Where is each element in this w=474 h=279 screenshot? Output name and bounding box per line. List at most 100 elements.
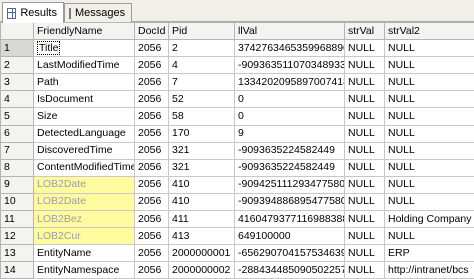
strval2-cell[interactable]: NULL — [385, 91, 474, 108]
column-header-friendlyname[interactable]: FriendlyName — [34, 23, 135, 40]
llval-cell[interactable]: -9094251112934775808 — [235, 176, 345, 193]
strval-cell[interactable]: NULL — [345, 91, 385, 108]
strval-cell[interactable]: NULL — [345, 57, 385, 74]
docid-cell[interactable]: 2056 — [135, 57, 169, 74]
strval-cell[interactable]: NULL — [345, 125, 385, 142]
docid-cell[interactable]: 2056 — [135, 142, 169, 159]
strval-cell[interactable]: NULL — [345, 74, 385, 91]
pid-cell[interactable]: 4 — [169, 57, 235, 74]
pid-cell[interactable]: 411 — [169, 211, 235, 228]
friendlyname-cell[interactable]: Size — [34, 108, 135, 125]
llval-cell[interactable]: 4160479377116988388 — [235, 211, 345, 228]
strval2-cell[interactable]: NULL — [385, 228, 474, 245]
table-row[interactable]: 3Path205671334202095897007418NULLNULL — [1, 74, 474, 91]
row-number[interactable]: 11 — [1, 211, 34, 228]
table-row[interactable]: 10LOB2Date2056410-9093948868954775808NUL… — [1, 193, 474, 210]
friendlyname-cell[interactable]: LOB2Date — [34, 176, 135, 193]
strval2-cell[interactable]: NULL — [385, 159, 474, 176]
pid-cell[interactable]: 52 — [169, 91, 235, 108]
row-number[interactable]: 3 — [1, 74, 34, 91]
friendlyname-cell[interactable]: LOB2Bez — [34, 211, 135, 228]
docid-cell[interactable]: 2056 — [135, 228, 169, 245]
friendlyname-cell[interactable]: DetectedLanguage — [34, 125, 135, 142]
table-row[interactable]: 13EntityName20562000000001-6562907041575… — [1, 245, 474, 262]
pid-cell[interactable]: 413 — [169, 228, 235, 245]
table-row[interactable]: 14EntityNamespace20562000000002-28843448… — [1, 262, 474, 279]
pid-cell[interactable]: 410 — [169, 176, 235, 193]
friendlyname-cell[interactable]: LOB2Date — [34, 193, 135, 210]
table-row[interactable]: 4IsDocument2056520NULLNULL — [1, 91, 474, 108]
strval2-cell[interactable]: NULL — [385, 176, 474, 193]
pid-cell[interactable]: 321 — [169, 142, 235, 159]
strval2-cell[interactable]: NULL — [385, 125, 474, 142]
friendlyname-cell[interactable]: LOB2Cur — [34, 228, 135, 245]
llval-cell[interactable]: -9093635224582449 — [235, 159, 345, 176]
column-header-strval[interactable]: strVal — [345, 23, 385, 40]
docid-cell[interactable]: 2056 — [135, 125, 169, 142]
pid-cell[interactable]: 2 — [169, 40, 235, 57]
row-number[interactable]: 14 — [1, 262, 34, 279]
strval-cell[interactable]: NULL — [345, 245, 385, 262]
docid-cell[interactable]: 2056 — [135, 176, 169, 193]
row-number[interactable]: 7 — [1, 142, 34, 159]
friendlyname-cell[interactable]: DiscoveredTime — [34, 142, 135, 159]
strval2-cell[interactable]: ERP — [385, 245, 474, 262]
strval2-cell[interactable]: NULL — [385, 193, 474, 210]
docid-cell[interactable]: 2056 — [135, 193, 169, 210]
table-row[interactable]: 9LOB2Date2056410-9094251112934775808NULL… — [1, 176, 474, 193]
row-number[interactable]: 8 — [1, 159, 34, 176]
strval2-cell[interactable]: http://intranet/bcs — [385, 262, 474, 279]
llval-cell[interactable]: 0 — [235, 91, 345, 108]
llval-cell[interactable]: -2884344850905022579 — [235, 262, 345, 279]
tab-results[interactable]: Results — [2, 2, 64, 23]
table-row[interactable]: 5Size2056580NULLNULL — [1, 108, 474, 125]
friendlyname-cell[interactable]: IsDocument — [34, 91, 135, 108]
table-row[interactable]: 12LOB2Cur2056413649100000NULLNULL — [1, 228, 474, 245]
strval-cell[interactable]: NULL — [345, 108, 385, 125]
strval-cell[interactable]: NULL — [345, 228, 385, 245]
llval-cell[interactable]: -9093635224582449 — [235, 142, 345, 159]
pid-cell[interactable]: 58 — [169, 108, 235, 125]
tab-messages[interactable]: Messages — [64, 3, 132, 22]
table-row[interactable]: 8ContentModifiedTime2056321-909363522458… — [1, 159, 474, 176]
strval2-cell[interactable]: NULL — [385, 40, 474, 57]
llval-cell[interactable]: 3742763465359968890 — [235, 40, 345, 57]
llval-cell[interactable]: -6562907041575346398 — [235, 245, 345, 262]
docid-cell[interactable]: 2056 — [135, 91, 169, 108]
row-number[interactable]: 4 — [1, 91, 34, 108]
strval2-cell[interactable]: NULL — [385, 57, 474, 74]
pid-cell[interactable]: 7 — [169, 74, 235, 91]
friendlyname-cell[interactable]: ContentModifiedTime — [34, 159, 135, 176]
pid-cell[interactable]: 2000000001 — [169, 245, 235, 262]
strval-cell[interactable]: NULL — [345, 193, 385, 210]
llval-cell[interactable]: 1334202095897007418 — [235, 74, 345, 91]
strval-cell[interactable]: NULL — [345, 176, 385, 193]
row-number[interactable]: 6 — [1, 125, 34, 142]
llval-cell[interactable]: -909363511070348933 — [235, 57, 345, 74]
column-header-llval[interactable]: llVal — [235, 23, 345, 40]
strval-cell[interactable]: NULL — [345, 40, 385, 57]
strval2-cell[interactable]: NULL — [385, 108, 474, 125]
docid-cell[interactable]: 2056 — [135, 245, 169, 262]
llval-cell[interactable]: 649100000 — [235, 228, 345, 245]
pid-cell[interactable]: 321 — [169, 159, 235, 176]
llval-cell[interactable]: 0 — [235, 108, 345, 125]
friendlyname-cell[interactable]: Path — [34, 74, 135, 91]
strval-cell[interactable]: NULL — [345, 262, 385, 279]
friendlyname-cell[interactable]: EntityName — [34, 245, 135, 262]
grid-corner[interactable] — [1, 23, 34, 40]
row-number[interactable]: 10 — [1, 193, 34, 210]
docid-cell[interactable]: 2056 — [135, 74, 169, 91]
row-number[interactable]: 9 — [1, 176, 34, 193]
pid-cell[interactable]: 2000000002 — [169, 262, 235, 279]
strval2-cell[interactable]: NULL — [385, 74, 474, 91]
row-number[interactable]: 2 — [1, 57, 34, 74]
strval-cell[interactable]: NULL — [345, 211, 385, 228]
strval-cell[interactable]: NULL — [345, 159, 385, 176]
pid-cell[interactable]: 410 — [169, 193, 235, 210]
docid-cell[interactable]: 2056 — [135, 108, 169, 125]
table-row[interactable]: 1Title205623742763465359968890NULLNULL — [1, 40, 474, 57]
llval-cell[interactable]: 9 — [235, 125, 345, 142]
docid-cell[interactable]: 2056 — [135, 40, 169, 57]
docid-cell[interactable]: 2056 — [135, 159, 169, 176]
